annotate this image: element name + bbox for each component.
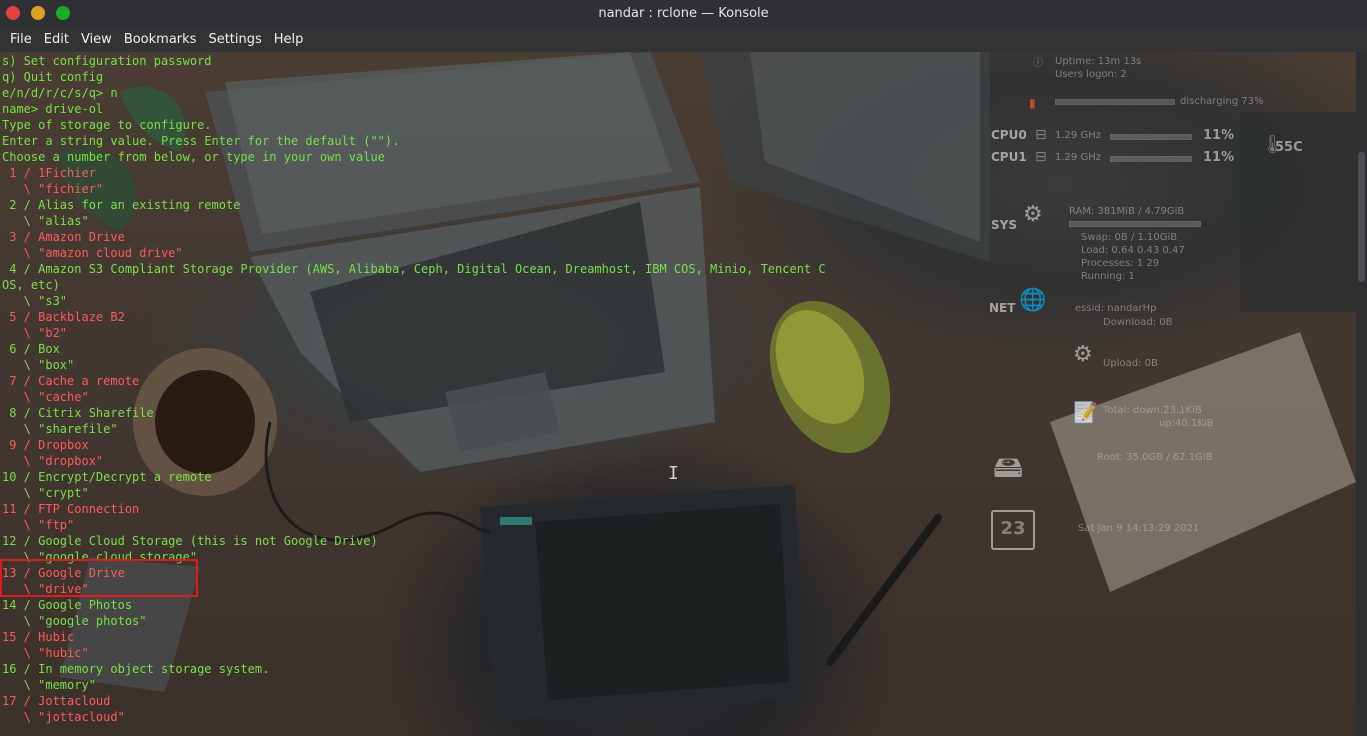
calendar-icon: 23	[991, 510, 1035, 550]
menu-file[interactable]: File	[4, 32, 38, 47]
terminal-line: 2 / Alias for an existing remote	[2, 198, 241, 212]
google-drive-highlight-box	[0, 559, 198, 597]
root-text: Root: 35.0GB / 62.1GiB	[1097, 452, 1213, 463]
menu-bar: File Edit View Bookmarks Settings Help	[0, 27, 1367, 52]
window-controls	[6, 6, 70, 20]
clipboard-icon: 📝	[1073, 400, 1098, 424]
terminal-line: \ "box"	[2, 358, 75, 372]
terminal-line: Enter a string value. Press Enter for th…	[2, 134, 400, 148]
cpu0-bar	[1110, 134, 1192, 140]
terminal-line: 6 / Box	[2, 342, 60, 356]
uptime-text: Uptime: 13m 13s	[1055, 56, 1142, 67]
terminal-line: OS, etc)	[2, 278, 60, 292]
terminal-line: 8 / Citrix Sharefile	[2, 406, 154, 420]
terminal-line: s) Set configuration password	[2, 54, 212, 68]
battery-text: discharging 73%	[1180, 96, 1264, 107]
ram-text: RAM: 381MiB / 4.79GiB	[1069, 206, 1185, 217]
cpu1-percent: 11%	[1203, 150, 1235, 165]
menu-edit[interactable]: Edit	[38, 32, 75, 47]
download-text: Download: 0B	[1103, 317, 1173, 328]
load-text: Load: 0.64 0.43 0.47	[1081, 245, 1185, 256]
info-icon: ⓘ	[1033, 58, 1043, 69]
users-text: Users logon: 2	[1055, 69, 1127, 80]
sys-label: SYS	[991, 218, 1017, 232]
terminal-line: \ "sharefile"	[2, 422, 118, 436]
terminal-line: \ "s3"	[2, 294, 68, 308]
scrollbar-thumb[interactable]	[1358, 152, 1365, 282]
menu-help[interactable]: Help	[268, 32, 310, 47]
terminal-line: \ "fichier"	[2, 182, 104, 196]
minimize-window-button[interactable]	[31, 6, 45, 20]
window-titlebar: nandar : rclone — Konsole	[0, 0, 1367, 27]
cpu1-bar	[1110, 156, 1192, 162]
datetime-text: Sat Jan 9 14:13:29 2021	[1078, 523, 1200, 534]
upload-text: Upload: 0B	[1103, 358, 1158, 369]
terminal-line: \ "dropbox"	[2, 454, 104, 468]
cpu0-label: CPU0	[991, 128, 1027, 142]
system-monitor-widget: ⓘ Uptime: 13m 13s Users logon: 2 ▮ disch…	[985, 52, 1303, 552]
terminal-line: name> drive-ol	[2, 102, 104, 116]
terminal-line: \ "memory"	[2, 678, 96, 692]
window-title: nandar : rclone — Konsole	[598, 6, 769, 21]
terminal-line: 10 / Encrypt/Decrypt a remote	[2, 470, 212, 484]
cpu0-percent: 11%	[1203, 128, 1235, 143]
menu-view[interactable]: View	[75, 32, 118, 47]
total-up-text: up:40.1KiB	[1159, 418, 1214, 429]
terminal-line: 12 / Google Cloud Storage (this is not G…	[2, 534, 378, 548]
essid-text: essid: nandarHp	[1075, 303, 1157, 314]
terminal-line: 5 / Backblaze B2	[2, 310, 125, 324]
terminal-line: 4 / Amazon S3 Compliant Storage Provider…	[2, 262, 826, 276]
terminal-line: \ "ftp"	[2, 518, 75, 532]
terminal-scrollbar[interactable]	[1356, 52, 1367, 736]
cpu1-label: CPU1	[991, 150, 1027, 164]
terminal-line: \ "jottacloud"	[2, 710, 125, 724]
terminal-line: \ "hubic"	[2, 646, 89, 660]
terminal-line: 17 / Jottacloud	[2, 694, 111, 708]
globe-icon: 🌐	[1019, 288, 1047, 313]
terminal-line: \ "google photos"	[2, 614, 147, 628]
cpu0-icon: ⊟	[1035, 127, 1047, 143]
terminal-line: \ "alias"	[2, 214, 89, 228]
processes-text: Processes: 1 29	[1081, 258, 1160, 269]
running-text: Running: 1	[1081, 271, 1135, 282]
ram-bar	[1069, 221, 1201, 227]
swap-text: Swap: 0B / 1.10GiB	[1081, 232, 1178, 243]
terminal-line: 1 / 1Fichier	[2, 166, 96, 180]
settings-gear-icon: ⚙	[1073, 342, 1093, 367]
terminal-line: 14 / Google Photos	[2, 598, 133, 612]
terminal-line: Type of storage to configure.	[2, 118, 212, 132]
terminal-line: \ "crypt"	[2, 486, 89, 500]
terminal-line: 7 / Cache a remote	[2, 374, 140, 388]
terminal-line: e/n/d/r/c/s/q> n	[2, 86, 118, 100]
terminal-line: 11 / FTP Connection	[2, 502, 140, 516]
close-window-button[interactable]	[6, 6, 20, 20]
net-label: NET	[989, 301, 1016, 315]
battery-icon: ▮	[1029, 96, 1036, 110]
temperature-text: 55C	[1275, 140, 1303, 155]
gear-icon: ⚙	[1023, 202, 1043, 227]
menu-bookmarks[interactable]: Bookmarks	[118, 32, 203, 47]
terminal-line: \ "amazon cloud drive"	[2, 246, 183, 260]
battery-bar	[1055, 99, 1175, 105]
terminal-line: 16 / In memory object storage system.	[2, 662, 270, 676]
terminal-line: 9 / Dropbox	[2, 438, 89, 452]
terminal-line: 3 / Amazon Drive	[2, 230, 125, 244]
maximize-window-button[interactable]	[56, 6, 70, 20]
terminal-line: \ "cache"	[2, 390, 89, 404]
cpu1-icon: ⊟	[1035, 149, 1047, 165]
terminal-output[interactable]: s) Set configuration password q) Quit con…	[2, 53, 826, 725]
terminal-line: q) Quit config	[2, 70, 104, 84]
terminal-area[interactable]: s) Set configuration password q) Quit con…	[0, 52, 1356, 736]
terminal-line: \ "b2"	[2, 326, 68, 340]
text-cursor-icon: I	[668, 463, 679, 484]
disk-icon: 🖴	[993, 450, 1024, 485]
total-down-text: Total: down:23.1KiB	[1103, 405, 1202, 416]
cpu0-freq: 1.29 GHz	[1055, 130, 1101, 141]
terminal-line: Choose a number from below, or type in y…	[2, 150, 385, 164]
terminal-line: 15 / Hubic	[2, 630, 75, 644]
menu-settings[interactable]: Settings	[202, 32, 267, 47]
cpu1-freq: 1.29 GHz	[1055, 152, 1101, 163]
